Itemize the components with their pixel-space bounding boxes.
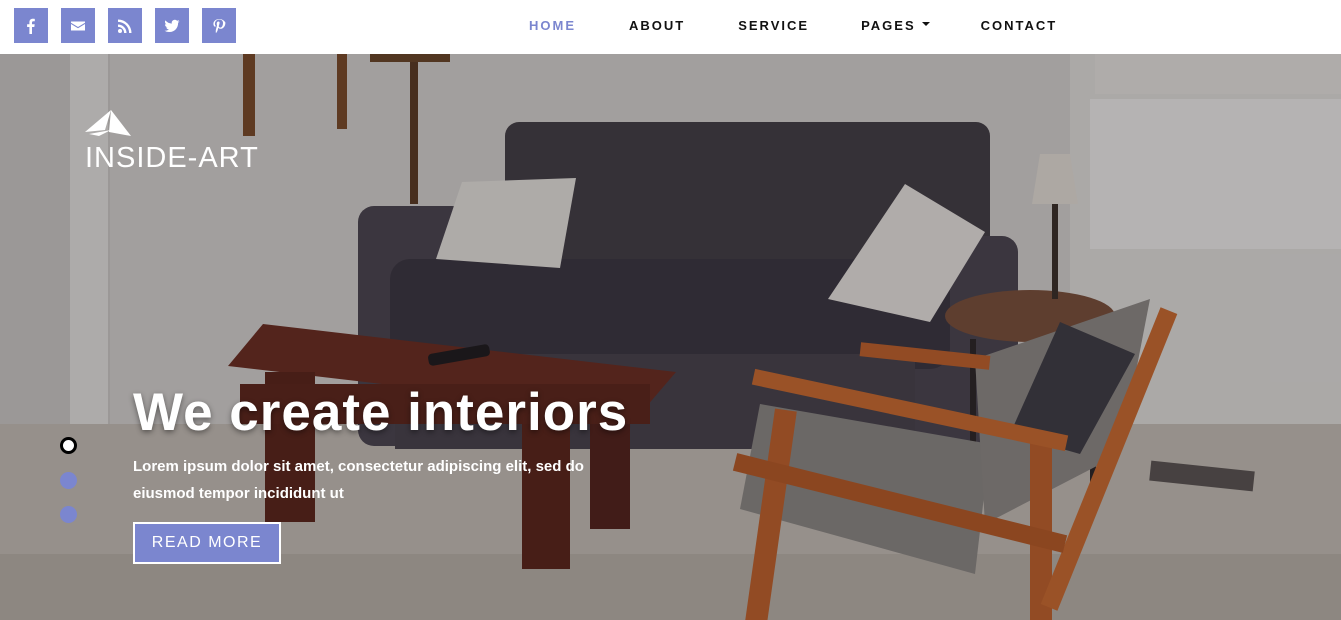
hero-headline: We create interiors bbox=[133, 383, 629, 442]
rss-button[interactable] bbox=[108, 8, 142, 43]
email-button[interactable] bbox=[61, 8, 95, 43]
read-more-button[interactable]: READ MORE bbox=[133, 522, 281, 564]
nav-pages[interactable]: PAGES bbox=[861, 18, 930, 33]
brand-name: INSIDE-ART bbox=[85, 142, 259, 174]
nav-home[interactable]: HOME bbox=[529, 18, 576, 33]
pinterest-icon bbox=[213, 18, 226, 33]
social-links bbox=[14, 8, 236, 43]
nav-about[interactable]: ABOUT bbox=[629, 18, 685, 33]
nav-service[interactable]: SERVICE bbox=[738, 18, 809, 33]
slider-dot-3[interactable] bbox=[60, 506, 77, 523]
hero-description: Lorem ipsum dolor sit amet, consectetur … bbox=[133, 458, 584, 502]
pinterest-button[interactable] bbox=[202, 8, 236, 43]
top-bar: HOME ABOUT SERVICE PAGES CONTACT bbox=[0, 0, 1341, 54]
hero-slider: INSIDE-ART We create interiors Lorem ips… bbox=[0, 54, 1341, 620]
main-nav: HOME ABOUT SERVICE PAGES CONTACT bbox=[502, 0, 1057, 50]
paper-plane-logo-icon bbox=[85, 110, 131, 136]
slider-dot-1[interactable] bbox=[60, 437, 77, 454]
facebook-icon bbox=[27, 18, 35, 34]
nav-pages-label: PAGES bbox=[861, 17, 916, 33]
facebook-button[interactable] bbox=[14, 8, 48, 43]
slider-dot-2[interactable] bbox=[60, 472, 77, 489]
nav-contact[interactable]: CONTACT bbox=[981, 18, 1058, 33]
email-icon bbox=[71, 21, 85, 30]
twitter-button[interactable] bbox=[155, 8, 189, 43]
rss-icon bbox=[118, 19, 132, 33]
caret-down-icon bbox=[921, 22, 930, 26]
twitter-icon bbox=[164, 19, 180, 32]
